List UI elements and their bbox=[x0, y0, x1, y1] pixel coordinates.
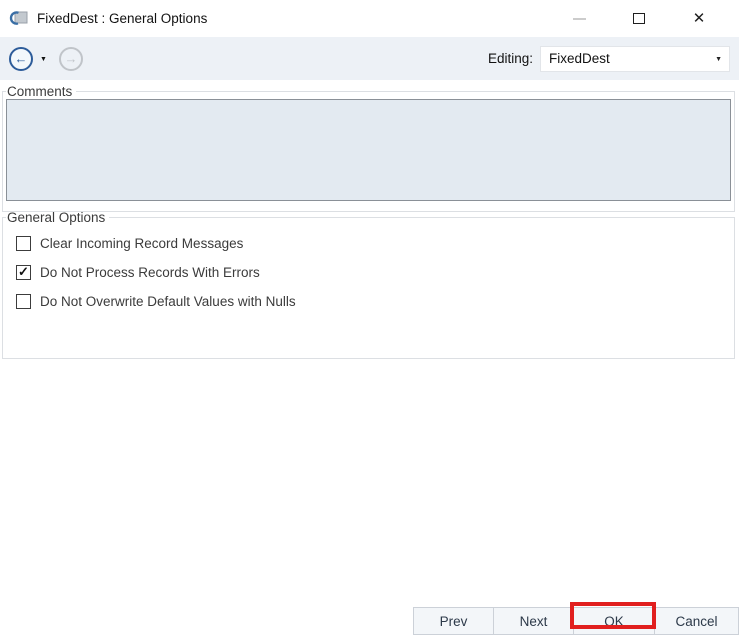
back-history-dropdown[interactable]: ▼ bbox=[40, 56, 47, 63]
maximize-icon bbox=[633, 13, 645, 24]
next-button[interactable]: Next bbox=[493, 607, 574, 635]
ok-button[interactable]: OK bbox=[573, 607, 655, 635]
editing-combobox[interactable]: FixedDest ▼ bbox=[540, 46, 730, 72]
chevron-down-icon: ▼ bbox=[715, 56, 722, 63]
option-row-do-not-overwrite[interactable]: ✓ Do Not Overwrite Default Values with N… bbox=[16, 292, 731, 310]
checkbox-label: Clear Incoming Record Messages bbox=[40, 236, 243, 251]
forward-button[interactable]: → bbox=[59, 47, 83, 71]
app-window-icon bbox=[9, 10, 29, 28]
checkbox-do-not-overwrite-default-values[interactable]: ✓ bbox=[16, 294, 31, 309]
general-options-groupbox: General Options ✓ Clear Incoming Record … bbox=[2, 210, 735, 359]
minimize-icon bbox=[573, 18, 586, 20]
prev-button[interactable]: Prev bbox=[413, 607, 494, 635]
option-row-clear-incoming[interactable]: ✓ Clear Incoming Record Messages bbox=[16, 234, 731, 252]
editing-combobox-value: FixedDest bbox=[549, 51, 610, 66]
close-button[interactable]: ✕ bbox=[669, 0, 729, 37]
maximize-button[interactable] bbox=[609, 0, 669, 37]
toolbar: ← ▼ → Editing: FixedDest ▼ bbox=[0, 37, 739, 80]
checkbox-label: Do Not Process Records With Errors bbox=[40, 265, 260, 280]
comments-groupbox-label: Comments bbox=[6, 84, 76, 99]
editing-group: Editing: FixedDest ▼ bbox=[488, 46, 730, 72]
window-title: FixedDest : General Options bbox=[37, 11, 207, 26]
forward-arrow-icon: → bbox=[64, 52, 77, 65]
option-row-do-not-process[interactable]: ✓ Do Not Process Records With Errors bbox=[16, 263, 731, 281]
general-options-groupbox-label: General Options bbox=[6, 210, 109, 225]
comments-textarea[interactable] bbox=[6, 99, 731, 201]
checkbox-do-not-process-records-with-errors[interactable]: ✓ bbox=[16, 265, 31, 280]
window-controls: ✕ bbox=[549, 0, 729, 37]
editing-label: Editing: bbox=[488, 51, 533, 66]
checkbox-clear-incoming-record-messages[interactable]: ✓ bbox=[16, 236, 31, 251]
comments-groupbox: Comments bbox=[2, 84, 735, 212]
back-button[interactable]: ← bbox=[9, 47, 33, 71]
footer-button-row: Prev Next OK Cancel bbox=[413, 607, 739, 635]
back-arrow-icon: ← bbox=[15, 52, 28, 65]
close-icon: ✕ bbox=[693, 11, 706, 26]
title-bar: FixedDest : General Options ✕ bbox=[0, 0, 739, 37]
minimize-button[interactable] bbox=[549, 0, 609, 37]
cancel-button[interactable]: Cancel bbox=[654, 607, 739, 635]
checkmark-icon: ✓ bbox=[18, 265, 29, 278]
checkbox-label: Do Not Overwrite Default Values with Nul… bbox=[40, 294, 296, 309]
